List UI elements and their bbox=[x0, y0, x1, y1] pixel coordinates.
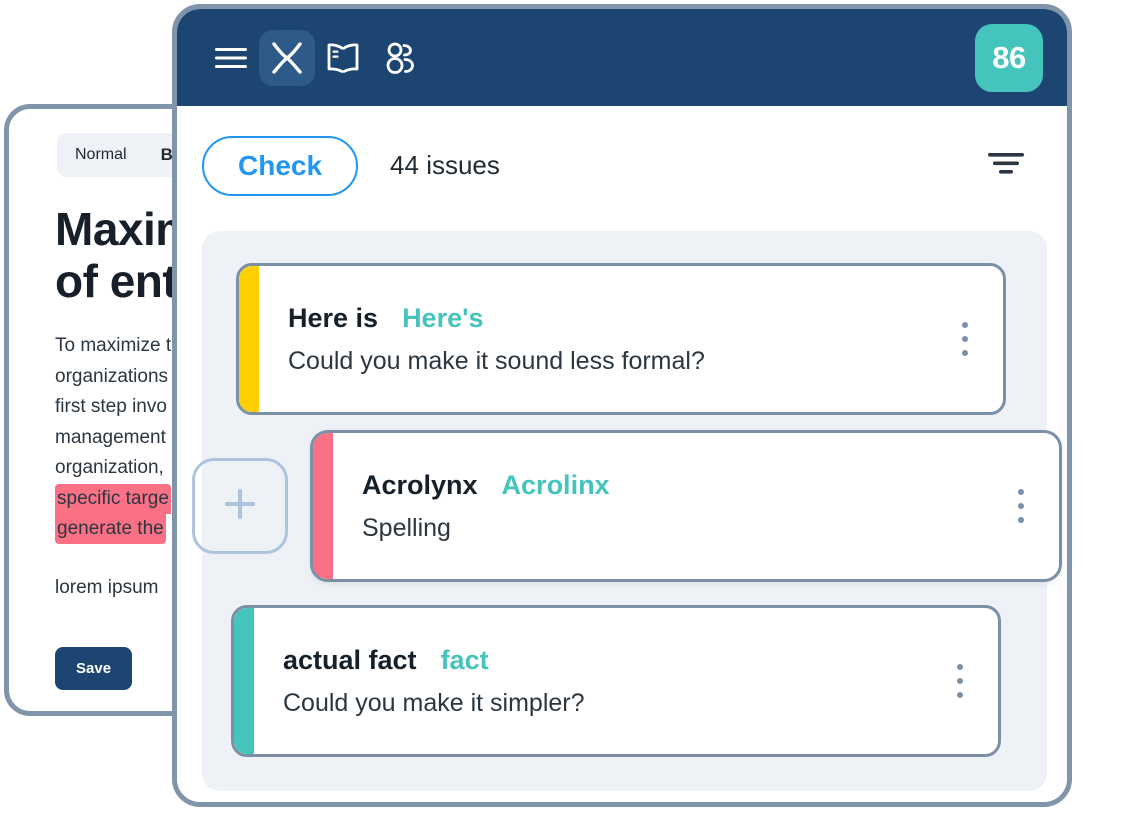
issue-more-options-button[interactable] bbox=[953, 322, 977, 356]
issue-row: Here is Here's Could you make it sound l… bbox=[236, 263, 1006, 415]
issue-more-options-button[interactable] bbox=[1009, 489, 1033, 523]
kebab-dot bbox=[962, 322, 968, 328]
kebab-dot bbox=[962, 336, 968, 342]
issues-count-label: 44 issues bbox=[390, 150, 500, 180]
issue-title-row: Acrolynx Acrolinx bbox=[362, 470, 999, 501]
add-to-dictionary-button[interactable] bbox=[192, 458, 288, 554]
issue-card[interactable]: Here is Here's Could you make it sound l… bbox=[236, 263, 1006, 415]
issue-original-text: actual fact bbox=[283, 644, 417, 675]
bold-button[interactable]: B bbox=[161, 145, 173, 165]
issue-title-row: actual fact fact bbox=[283, 645, 938, 676]
hamburger-menu-button[interactable] bbox=[203, 30, 259, 86]
paragraph-style-dropdown[interactable]: Normal bbox=[75, 146, 127, 164]
hamburger-menu-icon bbox=[214, 47, 248, 69]
issue-row: actual fact fact Could you make it simpl… bbox=[231, 605, 1001, 757]
issue-note: Could you make it sound less formal? bbox=[288, 346, 705, 375]
issue-card-body: Acrolynx Acrolinx Spelling bbox=[313, 470, 1059, 543]
acrolinx-sidebar-panel: 86 Check 44 issues Here is Here's Could … bbox=[172, 4, 1072, 807]
audience-users-button[interactable] bbox=[371, 30, 427, 86]
quality-score-badge[interactable]: 86 bbox=[975, 23, 1043, 92]
open-book-icon bbox=[326, 42, 360, 74]
issue-suggestion-text[interactable]: fact bbox=[441, 645, 489, 676]
issue-card-body: Here is Here's Could you make it sound l… bbox=[239, 303, 1003, 376]
issue-severity-accent bbox=[239, 266, 259, 412]
issue-severity-accent bbox=[234, 608, 254, 754]
issue-card-body: actual fact fact Could you make it simpl… bbox=[234, 645, 998, 718]
kebab-dot bbox=[962, 350, 968, 356]
issue-suggestion-text[interactable]: Acrolinx bbox=[502, 470, 610, 501]
document-trailing-text: lorem ipsum bbox=[55, 577, 159, 598]
save-button[interactable]: Save bbox=[55, 647, 133, 690]
issue-row-floating: Acrolynx Acrolinx Spelling bbox=[192, 430, 1062, 582]
plus-icon bbox=[217, 481, 263, 532]
kebab-dot bbox=[957, 664, 963, 670]
filter-button[interactable] bbox=[983, 143, 1029, 189]
app-screenshot: Normal B Maxim of ent To maximize t orga… bbox=[0, 0, 1140, 815]
issue-original-text: Acrolynx bbox=[362, 469, 478, 500]
flagged-text-highlight[interactable]: generate the bbox=[55, 514, 166, 544]
users-group-icon bbox=[382, 41, 416, 75]
flagged-text-highlight[interactable]: specific targe bbox=[55, 483, 171, 514]
kebab-dot bbox=[1018, 503, 1024, 509]
kebab-dot bbox=[1018, 517, 1024, 523]
issue-title-row: Here is Here's bbox=[288, 303, 943, 334]
sidebar-panel-inner: 86 Check 44 issues Here is Here's Could … bbox=[177, 9, 1067, 802]
issue-note: Could you make it simpler? bbox=[283, 688, 585, 717]
sidebar-action-row: Check 44 issues bbox=[177, 106, 1067, 225]
issue-card-active[interactable]: Acrolynx Acrolinx Spelling bbox=[310, 430, 1062, 582]
kebab-dot bbox=[957, 692, 963, 698]
check-button[interactable]: Check bbox=[202, 135, 359, 196]
kebab-dot bbox=[957, 678, 963, 684]
sidebar-topbar: 86 bbox=[177, 9, 1067, 106]
issue-more-options-button[interactable] bbox=[948, 664, 972, 698]
issue-card[interactable]: actual fact fact Could you make it simpl… bbox=[231, 605, 1001, 757]
issue-suggestion-text[interactable]: Here's bbox=[402, 303, 483, 334]
guidance-book-button[interactable] bbox=[315, 30, 371, 86]
issue-note: Spelling bbox=[362, 513, 451, 542]
filter-icon bbox=[986, 149, 1026, 182]
acrolinx-brand-button[interactable] bbox=[259, 29, 315, 86]
issue-severity-accent bbox=[313, 433, 333, 579]
acrolinx-x-logo-icon bbox=[270, 41, 304, 75]
issue-original-text: Here is bbox=[288, 302, 379, 333]
kebab-dot bbox=[1018, 489, 1024, 495]
